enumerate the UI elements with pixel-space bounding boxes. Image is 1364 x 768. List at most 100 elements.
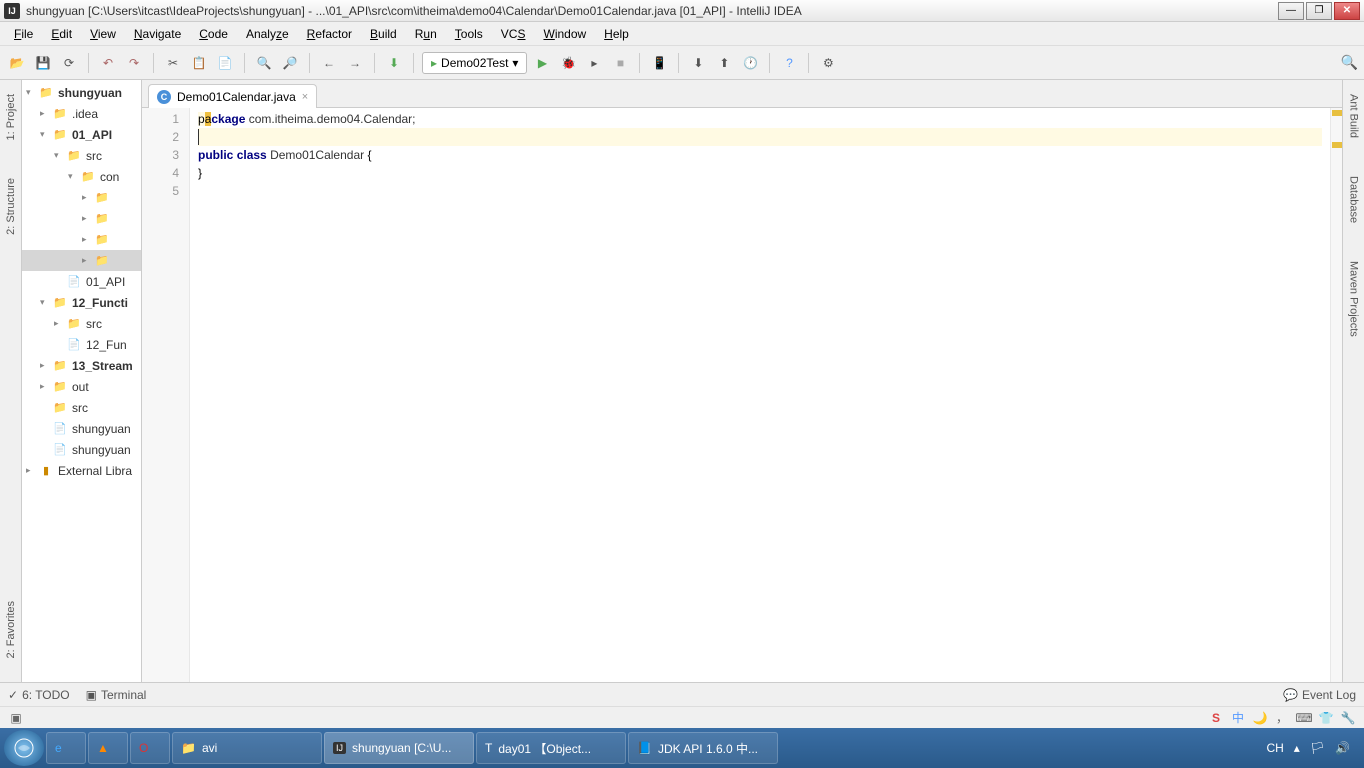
vcs-history-icon[interactable]: 🕐 [739, 52, 761, 74]
taskbar-jdk[interactable]: 📘JDK API 1.6.0 中... [628, 732, 778, 764]
tree-iml2[interactable]: 📄shungyuan [22, 439, 141, 460]
redo-icon[interactable]: ↷ [123, 52, 145, 74]
tray-volume-icon[interactable]: 🔊 [1335, 741, 1350, 755]
menu-view[interactable]: View [82, 25, 124, 43]
menu-navigate[interactable]: Navigate [126, 25, 189, 43]
tool-ant[interactable]: Ant Build [1348, 90, 1360, 142]
undo-icon[interactable]: ↶ [97, 52, 119, 74]
debug-icon[interactable]: 🐞 [557, 52, 579, 74]
maximize-button[interactable]: ❐ [1306, 2, 1332, 20]
status-skin-icon[interactable]: 👕 [1318, 710, 1334, 726]
avd-icon[interactable]: 📱 [648, 52, 670, 74]
tree-func-iml[interactable]: 📄12_Fun [22, 334, 141, 355]
search-everywhere-icon[interactable]: 🔍 [1341, 54, 1358, 71]
tree-api-iml[interactable]: 📄01_API [22, 271, 141, 292]
tree-subfolder2[interactable]: ▸📁 [22, 208, 141, 229]
tool-structure[interactable]: 2: Structure [5, 174, 17, 239]
taskbar-day01[interactable]: Tday01 【Object... [476, 732, 626, 764]
menu-tools[interactable]: Tools [447, 25, 491, 43]
status-punct-icon[interactable]: ， [1274, 710, 1290, 726]
tree-subfolder-selected[interactable]: ▸📁 [22, 250, 141, 271]
tree-subfolder1[interactable]: ▸📁 [22, 187, 141, 208]
tree-src3[interactable]: 📁src [22, 397, 141, 418]
tool-terminal[interactable]: ▣Terminal [86, 688, 147, 702]
run-icon[interactable]: ▶ [531, 52, 553, 74]
menu-help[interactable]: Help [596, 25, 637, 43]
tray-flag-icon[interactable]: 🏳 [1310, 741, 1325, 755]
cut-icon[interactable]: ✂ [162, 52, 184, 74]
find-icon[interactable]: 🔍 [253, 52, 275, 74]
status-lang-icon[interactable]: 中 [1230, 710, 1246, 726]
tree-src1[interactable]: ▾📁src [22, 145, 141, 166]
tree-idea[interactable]: ▸📁.idea [22, 103, 141, 124]
menu-vcs[interactable]: VCS [493, 25, 534, 43]
menu-run[interactable]: Run [407, 25, 445, 43]
tree-src2[interactable]: ▸📁src [22, 313, 141, 334]
status-keyboard-icon[interactable]: ⌨ [1296, 710, 1312, 726]
tree-root[interactable]: ▾📁shungyuan [22, 82, 141, 103]
tree-out[interactable]: ▸📁out [22, 376, 141, 397]
editor-tab-demo01calendar[interactable]: C Demo01Calendar.java × [148, 84, 317, 108]
save-icon[interactable]: 💾 [32, 52, 54, 74]
tree-con[interactable]: ▾📁con [22, 166, 141, 187]
tool-project[interactable]: 1: Project [5, 90, 17, 144]
run-config-dropdown[interactable]: ▸ Demo02Test ▾ [422, 52, 527, 74]
warning-marker-icon[interactable] [1332, 142, 1342, 148]
tree-subfolder3[interactable]: ▸📁 [22, 229, 141, 250]
tree-external[interactable]: ▸▮External Libra [22, 460, 141, 481]
tree-12func[interactable]: ▾📁12_Functi [22, 292, 141, 313]
stop-icon[interactable]: ■ [609, 52, 631, 74]
tool-maven[interactable]: Maven Projects [1348, 257, 1360, 341]
menu-edit[interactable]: Edit [43, 25, 80, 43]
menu-build[interactable]: Build [362, 25, 405, 43]
tool-favorites[interactable]: 2: Favorites [5, 597, 17, 662]
menu-refactor[interactable]: Refactor [299, 25, 360, 43]
menu-code[interactable]: Code [191, 25, 236, 43]
status-toolbox-icon[interactable]: 🔧 [1340, 710, 1356, 726]
right-tool-gutter: Ant Build Database Maven Projects [1342, 80, 1364, 682]
warning-marker-icon[interactable] [1332, 110, 1342, 116]
tree-iml1[interactable]: 📄shungyuan [22, 418, 141, 439]
taskbar-ie[interactable]: e [46, 732, 86, 764]
open-icon[interactable]: 📂 [6, 52, 28, 74]
replace-icon[interactable]: 🔎 [279, 52, 301, 74]
tree-13stream[interactable]: ▸📁13_Stream [22, 355, 141, 376]
tree-01api[interactable]: ▾📁01_API [22, 124, 141, 145]
event-log-icon: 💬 [1283, 688, 1298, 702]
ime-icon[interactable]: S [1208, 710, 1224, 726]
taskbar-explorer[interactable]: 📁avi [172, 732, 322, 764]
tool-database[interactable]: Database [1348, 172, 1360, 227]
tool-todo[interactable]: ✓6: TODO [8, 688, 70, 702]
code-editor[interactable]: papackageckage com.itheima.demo04.Calend… [190, 108, 1330, 682]
status-moon-icon[interactable]: 🌙 [1252, 710, 1268, 726]
tray-chevron-icon[interactable]: ▴ [1294, 741, 1300, 755]
paste-icon[interactable]: 📄 [214, 52, 236, 74]
vcs-commit-icon[interactable]: ⬆ [713, 52, 735, 74]
menu-window[interactable]: Window [535, 25, 594, 43]
tab-close-icon[interactable]: × [302, 91, 308, 103]
forward-icon[interactable]: → [344, 52, 366, 74]
tray-lang[interactable]: CH [1266, 741, 1283, 755]
menu-analyze[interactable]: Analyze [238, 25, 297, 43]
tool-window-toggle-icon[interactable]: ▣ [8, 710, 24, 726]
tool-event-log[interactable]: 💬Event Log [1283, 688, 1356, 702]
tab-label: Demo01Calendar.java [177, 90, 296, 104]
help-icon[interactable]: ? [778, 52, 800, 74]
back-icon[interactable]: ← [318, 52, 340, 74]
menu-file[interactable]: File [6, 25, 41, 43]
folder-icon: 📁 [181, 741, 196, 755]
title-bar: IJ shungyuan [C:\Users\itcast\IdeaProjec… [0, 0, 1364, 22]
copy-icon[interactable]: 📋 [188, 52, 210, 74]
taskbar-vlc[interactable]: ▲ [88, 732, 128, 764]
taskbar-intellij[interactable]: IJshungyuan [C:\U... [324, 732, 474, 764]
build-icon[interactable]: ⬇ [383, 52, 405, 74]
close-button[interactable]: ✕ [1334, 2, 1360, 20]
vcs-update-icon[interactable]: ⬇ [687, 52, 709, 74]
error-stripe[interactable] [1330, 108, 1342, 682]
settings-icon[interactable]: ⚙ [817, 52, 839, 74]
taskbar-opera[interactable]: O [130, 732, 170, 764]
minimize-button[interactable]: — [1278, 2, 1304, 20]
coverage-icon[interactable]: ▸ [583, 52, 605, 74]
sync-icon[interactable]: ⟳ [58, 52, 80, 74]
start-button[interactable] [4, 730, 44, 766]
